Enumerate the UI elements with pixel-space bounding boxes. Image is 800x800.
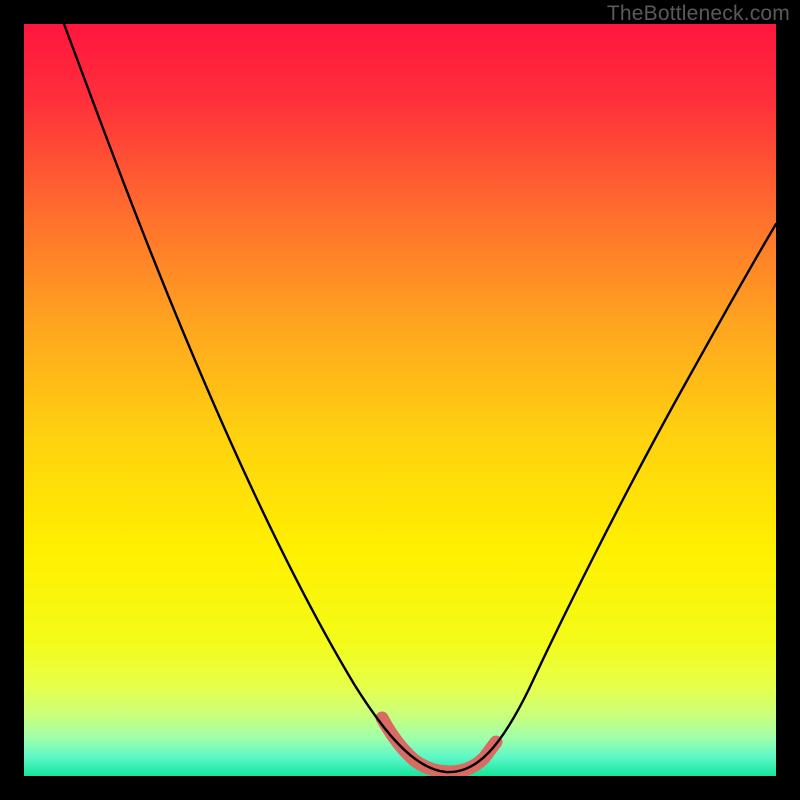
gradient-background <box>24 24 776 776</box>
chart-frame: TheBottleneck.com <box>0 0 800 800</box>
chart-svg <box>24 24 776 776</box>
watermark-text: TheBottleneck.com <box>607 2 790 26</box>
chart-plot-area <box>24 24 776 776</box>
